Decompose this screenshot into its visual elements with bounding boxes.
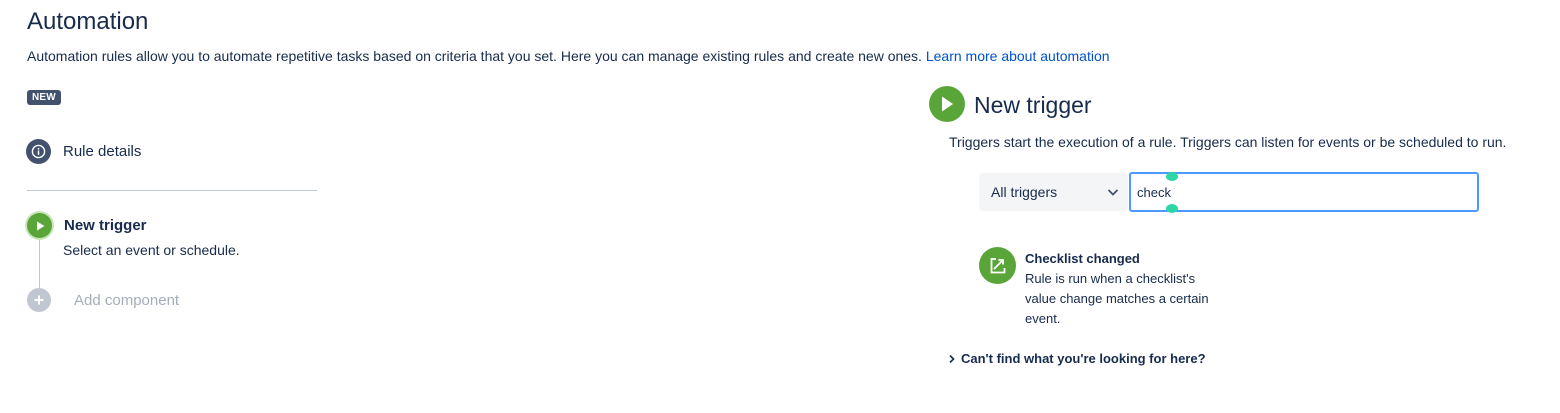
text-cursor-handle[interactable] <box>1166 172 1178 181</box>
trigger-search-input[interactable] <box>1129 172 1479 212</box>
info-icon[interactable] <box>26 139 51 164</box>
result-title: Checklist changed <box>1025 251 1140 266</box>
text-cursor-handle[interactable] <box>1166 204 1178 213</box>
learn-more-link[interactable]: Learn more about automation <box>926 48 1110 64</box>
panel-description: Triggers start the execution of a rule. … <box>949 134 1507 150</box>
add-icon[interactable] <box>27 288 51 312</box>
result-description: Rule is run when a checklist's value cha… <box>1025 271 1209 326</box>
trigger-result-item[interactable]: Checklist changed Rule is run when a che… <box>979 246 1239 331</box>
play-icon[interactable] <box>27 213 52 238</box>
panel-title: New trigger <box>974 92 1092 118</box>
trigger-step-subtitle: Select an event or schedule. <box>63 242 240 258</box>
new-badge: NEW <box>27 90 61 105</box>
step-connector <box>39 240 40 288</box>
chevron-right-icon <box>949 354 955 363</box>
description-text: Automation rules allow you to automate r… <box>27 48 922 64</box>
checklist-edit-icon <box>979 247 1016 284</box>
trigger-step-title[interactable]: New trigger <box>64 217 147 234</box>
add-component-label[interactable]: Add component <box>74 292 179 309</box>
page-description: Automation rules allow you to automate r… <box>27 47 1110 65</box>
play-icon <box>929 86 965 122</box>
chevron-down-icon <box>1107 189 1119 196</box>
rule-details-label[interactable]: Rule details <box>63 143 141 160</box>
trigger-filter-select[interactable]: All triggers <box>979 173 1128 211</box>
cant-find-label: Can't find what you're looking for here? <box>961 351 1206 366</box>
divider <box>27 190 317 191</box>
trigger-filter-value: All triggers <box>991 184 1058 200</box>
cant-find-toggle[interactable]: Can't find what you're looking for here? <box>948 351 1206 366</box>
page-title: Automation <box>27 8 149 35</box>
